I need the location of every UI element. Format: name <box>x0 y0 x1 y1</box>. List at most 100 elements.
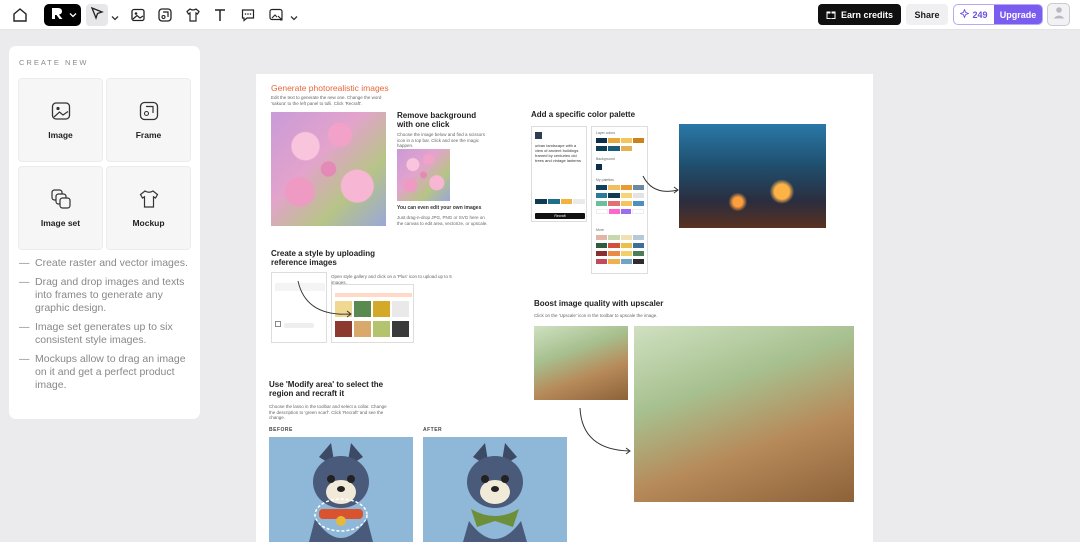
image-icon[interactable] <box>128 5 148 25</box>
arrow-icon <box>579 407 631 455</box>
text-icon[interactable] <box>210 5 230 25</box>
blossom-cutout-image[interactable] <box>397 149 450 201</box>
gen-title: Generate photorealistic images <box>271 83 389 93</box>
share-button[interactable]: Share <box>906 4 948 25</box>
style-thumb[interactable] <box>373 301 390 317</box>
before-label: BEFORE <box>269 427 293 433</box>
dog-illustration <box>463 443 527 542</box>
upload-button[interactable] <box>284 323 314 328</box>
recraft-button[interactable]: Recraft <box>535 213 585 219</box>
style-thumb[interactable] <box>354 301 371 317</box>
background-swatch <box>596 164 602 170</box>
style-thumb[interactable] <box>354 321 371 337</box>
dog-illustration <box>309 443 373 542</box>
palette-label: My palettes <box>596 178 614 182</box>
chevron-down-icon <box>69 6 77 24</box>
tile-label: Frame <box>135 130 162 140</box>
palette-swatches <box>596 243 644 248</box>
earn-credits-button[interactable]: Earn credits <box>818 4 901 25</box>
palette-swatches <box>596 185 644 190</box>
list-item: — Image set generates up to six consisten… <box>19 321 173 346</box>
palette-swatches <box>596 251 644 256</box>
frame-icon[interactable] <box>155 5 175 25</box>
image-set-icon <box>50 189 71 209</box>
edit-own-title: You can even edit your own images <box>397 205 482 211</box>
gift-icon <box>826 9 836 21</box>
chevron-down-icon[interactable] <box>290 9 298 21</box>
earn-credits-label: Earn credits <box>840 9 894 20</box>
mockup-icon[interactable] <box>183 5 203 25</box>
frame-icon <box>139 101 158 121</box>
credit-icon <box>959 8 971 20</box>
palette-label: Background <box>596 157 615 161</box>
palette-swatches <box>596 138 644 143</box>
logo-menu-button[interactable] <box>44 4 81 26</box>
panel-heading: CREATE NEW <box>19 58 89 67</box>
palette-swatches <box>596 201 644 206</box>
palette-label: More <box>596 228 604 232</box>
create-mockup-tile[interactable]: Mockup <box>106 166 191 250</box>
dog-after-image[interactable] <box>423 437 567 542</box>
edit-own-desc: Just drag-n-drop JPG, PNG or SVG here on… <box>397 215 488 226</box>
palette-swatches <box>596 146 644 151</box>
upgrade-button[interactable]: Upgrade <box>994 5 1042 24</box>
checkbox[interactable] <box>275 321 281 327</box>
tile-label: Image set <box>40 218 81 228</box>
list-item: — Create raster and vector images. <box>19 257 188 269</box>
arrow-icon <box>642 175 679 194</box>
canvas-board[interactable]: Generate photorealistic images Edit the … <box>256 74 873 542</box>
palette-label: Layer colors <box>596 131 616 135</box>
comment-icon[interactable] <box>238 5 258 25</box>
avatar[interactable] <box>1047 3 1070 26</box>
after-label: AFTER <box>423 427 443 433</box>
credits-count: 249 <box>972 9 988 20</box>
pointer-icon <box>90 6 104 25</box>
fantasy-city-image[interactable] <box>679 124 826 228</box>
palette-prompt: urban landscape with a view of ancient b… <box>535 143 582 163</box>
upscale-title: Boost image quality with upscaler <box>534 299 664 308</box>
style-title: Create a style by uploading reference im… <box>271 249 376 267</box>
create-new-panel: CREATE NEW Image Frame Image set Mockup … <box>9 46 200 419</box>
image-edit-icon[interactable] <box>266 5 286 25</box>
home-icon[interactable] <box>10 5 30 25</box>
logo-icon <box>50 6 64 25</box>
tips-list: — Create raster and vector images. — Drag … <box>19 257 197 398</box>
style-thumb <box>535 132 542 139</box>
remove-bg-desc: Choose the image below and find a scisso… <box>397 132 486 148</box>
style-thumb[interactable] <box>335 321 352 337</box>
palette-swatches <box>535 199 585 204</box>
create-frame-tile[interactable]: Frame <box>106 78 191 162</box>
upscale-desc: Click on the 'Upscale' icon in the toolb… <box>534 313 658 318</box>
style-thumb[interactable] <box>392 301 409 317</box>
list-item: — Drag and drop images and texts into fra… <box>19 276 185 314</box>
create-image-tile[interactable]: Image <box>18 78 103 162</box>
palette-title: Add a specific color palette <box>531 110 636 119</box>
palette-settings-panel: Layer colors Background My palettes More <box>591 126 648 274</box>
style-thumb[interactable] <box>373 321 390 337</box>
chevron-down-icon[interactable] <box>111 9 119 21</box>
palette-swatches <box>596 193 644 198</box>
top-toolbar: Earn credits Share 249 Upgrade <box>0 0 1080 30</box>
blossom-image[interactable] <box>271 112 386 226</box>
list-item: — Mockups allow to drag an image on it an… <box>19 353 186 391</box>
dog-before-image[interactable] <box>269 437 413 542</box>
palette-prompt-panel: urban landscape with a view of ancient b… <box>531 126 587 222</box>
credits-counter[interactable]: 249 <box>954 5 994 24</box>
modify-title: Use 'Modify area' to select the region a… <box>269 380 384 398</box>
palette-swatches <box>596 259 644 264</box>
credits-group: 249 Upgrade <box>953 4 1043 25</box>
tile-label: Mockup <box>132 218 165 228</box>
style-thumb[interactable] <box>392 321 409 337</box>
room-small-image[interactable] <box>534 326 628 400</box>
tile-label: Image <box>48 130 73 140</box>
room-upscaled-image[interactable] <box>634 326 854 502</box>
palette-swatches <box>596 235 644 240</box>
gen-desc: Edit the text to generate the new one. C… <box>271 95 382 106</box>
user-icon <box>1052 5 1066 24</box>
modify-desc: Choose the lasso in the toolbar and sele… <box>269 404 387 420</box>
image-icon <box>51 102 70 120</box>
remove-bg-title: Remove background with one click <box>397 111 477 129</box>
pointer-tool-button[interactable] <box>86 4 108 26</box>
create-image-set-tile[interactable]: Image set <box>18 166 103 250</box>
palette-swatches <box>596 209 644 214</box>
